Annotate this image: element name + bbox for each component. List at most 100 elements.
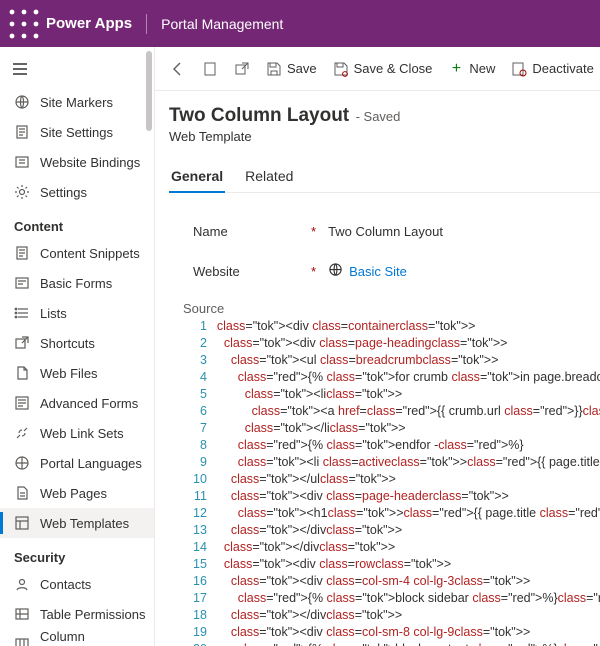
field-website: Website * Basic Site [193,251,590,291]
save-label: Save [287,61,317,76]
code-editor[interactable]: 1234567891011121314151617181920212223 cl… [193,318,590,646]
nav-heading-security: Security [0,538,154,569]
perm-icon [14,606,30,622]
source-label: Source [183,301,590,316]
name-value[interactable]: Two Column Layout [328,224,443,239]
field-name: Name * Two Column Layout [193,211,590,251]
open-button[interactable] [227,53,257,85]
sidebar-item-shortcuts[interactable]: Shortcuts [0,328,154,358]
deactivate-button[interactable]: Deactivate [504,53,600,85]
shortcut-icon [14,335,30,351]
new-button[interactable]: + New [441,53,502,85]
record-subtitle: Web Template [169,129,600,144]
colperm-icon [14,636,30,646]
sidebar-item-label: Portal Languages [40,456,142,471]
sidebar-item-label: Site Markers [40,95,113,110]
sidebar-item-advanced-forms[interactable]: Advanced Forms [0,388,154,418]
record-title: Two Column Layout [169,105,349,127]
sidebar-item-basic-forms[interactable]: Basic Forms [0,268,154,298]
sidebar-item-web-pages[interactable]: Web Pages [0,478,154,508]
header-divider [146,14,147,34]
tabs: General Related [169,162,600,193]
back-icon [170,61,186,77]
code-lines[interactable]: class="tok"><div class=containerclass="t… [217,318,600,646]
code-gutter: 1234567891011121314151617181920212223 [193,318,217,646]
sidebar-item-lists[interactable]: Lists [0,298,154,328]
save-icon [266,61,282,77]
deactivate-label: Deactivate [532,61,593,76]
advform-icon [14,395,30,411]
sidebar-item-label: Website Bindings [40,155,140,170]
save-button[interactable]: Save [259,53,324,85]
sidebar-item-web-link-sets[interactable]: Web Link Sets [0,418,154,448]
waffle-icon[interactable] [8,8,40,40]
lang-icon [14,455,30,471]
sidebar-item-web-templates[interactable]: Web Templates [0,508,154,538]
sidebar-item-label: Web Pages [40,486,107,501]
sidebar-item-label: Web Link Sets [40,426,124,441]
website-link-text: Basic Site [349,264,407,279]
clipboard-icon [202,61,218,77]
doc-icon [14,245,30,261]
tab-general[interactable]: General [169,162,225,192]
links-icon [14,425,30,441]
sidebar-item-label: Basic Forms [40,276,112,291]
save-close-button[interactable]: Save & Close [326,53,440,85]
sidebar-item-portal-languages[interactable]: Portal Languages [0,448,154,478]
new-label: New [469,61,495,76]
portal-title: Portal Management [161,16,283,32]
sidebar: Site Markers Site Settings Website Binding… [0,47,155,646]
record-status: - Saved [356,109,401,124]
sidebar-item-table-permissions[interactable]: Table Permissions [0,599,154,629]
sidebar-item-label: Settings [40,185,87,200]
contact-icon [14,576,30,592]
sidebar-item-label: Web Files [40,366,98,381]
sidebar-item-label: Lists [40,306,67,321]
website-value[interactable]: Basic Site [328,262,407,280]
main: Save Save & Close + New Deactivate Two C… [155,47,600,646]
sidebar-item-column-permissio-[interactable]: Column Permissio… [0,629,154,646]
sidebar-item-label: Column Permissio… [40,629,154,646]
name-label: Name [193,224,311,239]
sidebar-item-label: Site Settings [40,125,113,140]
template-icon [14,515,30,531]
deactivate-icon [511,61,527,77]
sidebar-item-content-snippets[interactable]: Content Snippets [0,238,154,268]
open-icon [234,61,250,77]
sidebar-item-label: Shortcuts [40,336,95,351]
sidebar-item-settings[interactable]: Settings [0,177,154,207]
sidebar-item-label: Advanced Forms [40,396,138,411]
back-button[interactable] [163,53,193,85]
gear-icon [14,184,30,200]
save-close-label: Save & Close [354,61,433,76]
sidebar-scrollbar[interactable] [146,51,152,131]
save-close-icon [333,61,349,77]
sidebar-item-label: Contacts [40,577,91,592]
tab-related[interactable]: Related [243,162,295,192]
sidebar-item-label: Web Templates [40,516,129,531]
form-icon [14,275,30,291]
nav-heading-content: Content [0,207,154,238]
app-header: Power Apps Portal Management [0,0,600,47]
sidebar-item-web-files[interactable]: Web Files [0,358,154,388]
sidebar-item-site-settings[interactable]: Site Settings [0,117,154,147]
required-marker: * [311,264,316,279]
sidebar-item-site-markers[interactable]: Site Markers [0,87,154,117]
page-icon [14,485,30,501]
file-icon [14,365,30,381]
content-area: Two Column Layout - Saved Web Template G… [155,91,600,646]
sidebar-item-label: Content Snippets [40,246,140,261]
globe-icon [14,94,30,110]
app-title: Power Apps [46,15,132,32]
clipboard-button[interactable] [195,53,225,85]
plus-icon: + [448,61,464,77]
globe-icon [328,262,343,280]
sidebar-item-label: Table Permissions [40,607,146,622]
sidebar-item-website-bindings[interactable]: Website Bindings [0,147,154,177]
sidebar-item-contacts[interactable]: Contacts [0,569,154,599]
bindings-icon [14,154,30,170]
settings-doc-icon [14,124,30,140]
required-marker: * [311,224,316,239]
form: Name * Two Column Layout Website * Basic… [169,193,600,646]
hamburger-icon[interactable] [0,51,154,87]
